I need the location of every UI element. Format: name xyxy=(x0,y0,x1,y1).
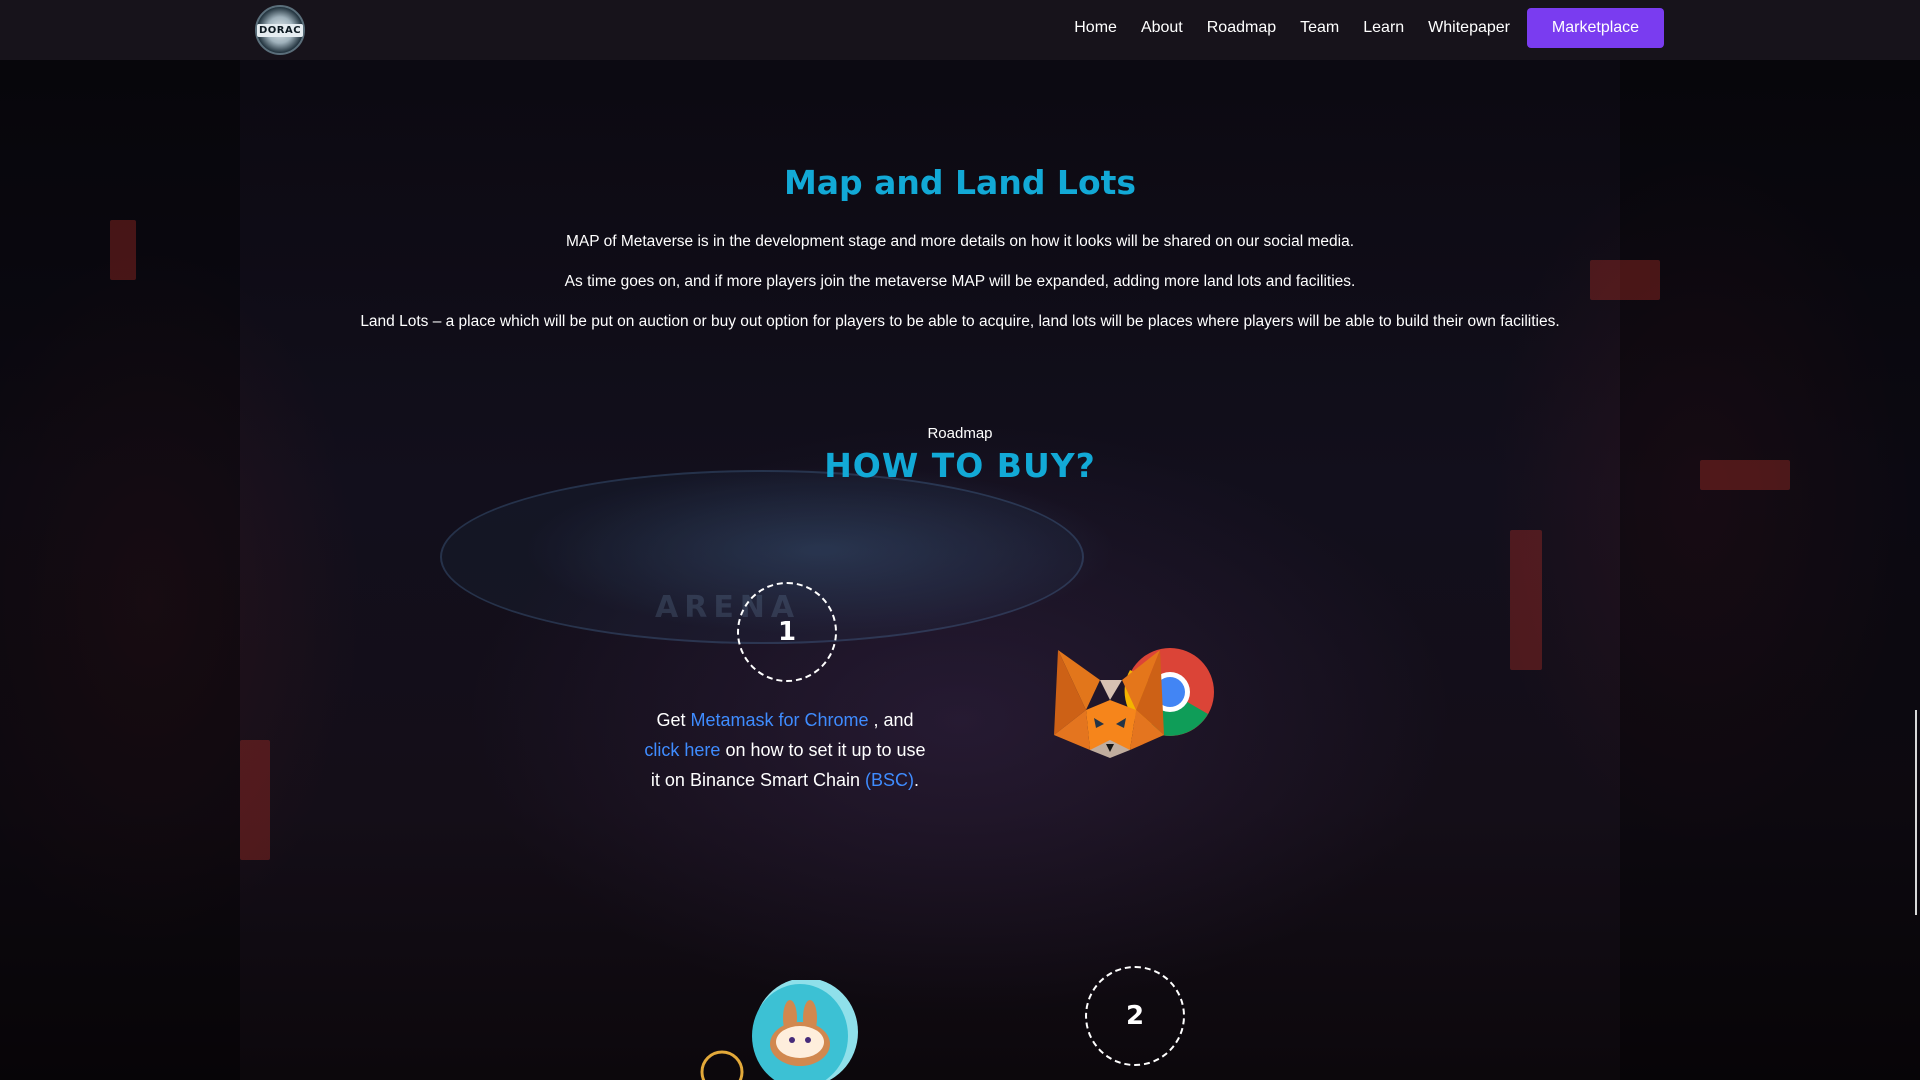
step-text: Get xyxy=(656,710,691,730)
nav-learn[interactable]: Learn xyxy=(1363,19,1404,37)
background-neon-sign xyxy=(240,740,270,860)
pancakeswap-coin-icon xyxy=(700,980,858,1080)
step-text: . xyxy=(914,770,920,790)
nav-links: Home About Roadmap Team Learn Whitepaper xyxy=(1074,0,1510,56)
nav-roadmap[interactable]: Roadmap xyxy=(1207,19,1276,37)
metamask-chrome-icon xyxy=(1054,648,1214,758)
navbar: DORAC Home About Roadmap Team Learn Whit… xyxy=(0,0,1920,60)
scrollbar-thumb[interactable] xyxy=(1915,710,1917,915)
step-number-circle: 1 xyxy=(737,582,837,682)
step-text: , and xyxy=(868,710,914,730)
how-to-buy-eyebrow: Roadmap xyxy=(927,425,993,442)
click-here-link[interactable]: click here xyxy=(644,740,720,760)
background-building-right xyxy=(1620,60,1920,1080)
map-paragraph: MAP of Metaverse is in the development s… xyxy=(565,233,1355,250)
step-1-description: Get Metamask for Chrome , and click here… xyxy=(640,705,930,795)
nav-whitepaper[interactable]: Whitepaper xyxy=(1428,19,1510,37)
nav-about[interactable]: About xyxy=(1141,19,1183,37)
background-neon-sign xyxy=(1510,530,1542,670)
step-number: 1 xyxy=(777,617,797,647)
metamask-fox-icon xyxy=(1054,650,1164,758)
metamask-for-chrome-link[interactable]: Metamask for Chrome xyxy=(690,710,868,730)
map-section-title: Map and Land Lots xyxy=(783,163,1137,202)
map-paragraph: As time goes on, and if more players joi… xyxy=(564,273,1356,290)
step-number-circle: 2 xyxy=(1085,966,1185,1066)
background-building-left xyxy=(0,60,240,1080)
page: ARENA DORAC Home About Roadmap Team Lear… xyxy=(0,0,1920,1080)
logo-text: DORAC xyxy=(256,23,304,37)
nav-home[interactable]: Home xyxy=(1074,19,1117,37)
map-paragraph: Land Lots – a place which will be put on… xyxy=(360,313,1560,330)
step-number: 2 xyxy=(1125,1001,1145,1031)
nav-team[interactable]: Team xyxy=(1300,19,1339,37)
marketplace-button[interactable]: Marketplace xyxy=(1527,8,1664,48)
how-to-buy-title: HOW TO BUY? xyxy=(824,446,1096,485)
bsc-link[interactable]: (BSC) xyxy=(865,770,914,790)
dorac-logo[interactable]: DORAC xyxy=(255,5,305,55)
